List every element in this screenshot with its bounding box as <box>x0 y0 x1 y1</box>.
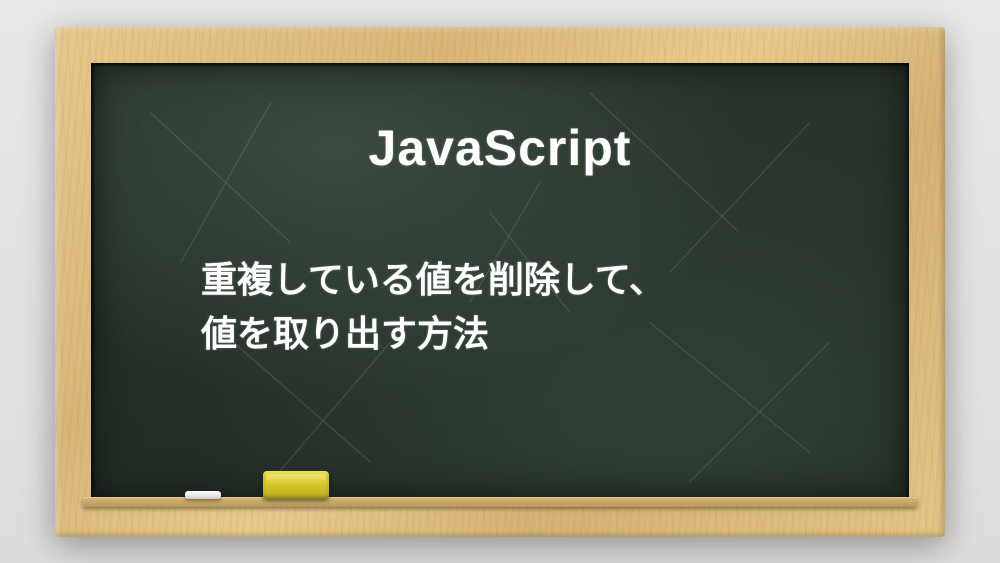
subtitle-line-2: 値を取り出す方法 <box>201 313 489 354</box>
board-surface: JavaScript 重複している値を削除して、 値を取り出す方法 <box>91 63 909 501</box>
subtitle-line-1: 重複している値を削除して、 <box>201 259 665 300</box>
eraser <box>263 471 329 499</box>
chalkboard: JavaScript 重複している値を削除して、 値を取り出す方法 <box>55 27 945 537</box>
chalk-stick <box>185 491 221 499</box>
subtitle: 重複している値を削除して、 値を取り出す方法 <box>201 253 665 361</box>
main-title: JavaScript <box>369 119 632 177</box>
board-content: JavaScript 重複している値を削除して、 値を取り出す方法 <box>91 63 909 501</box>
